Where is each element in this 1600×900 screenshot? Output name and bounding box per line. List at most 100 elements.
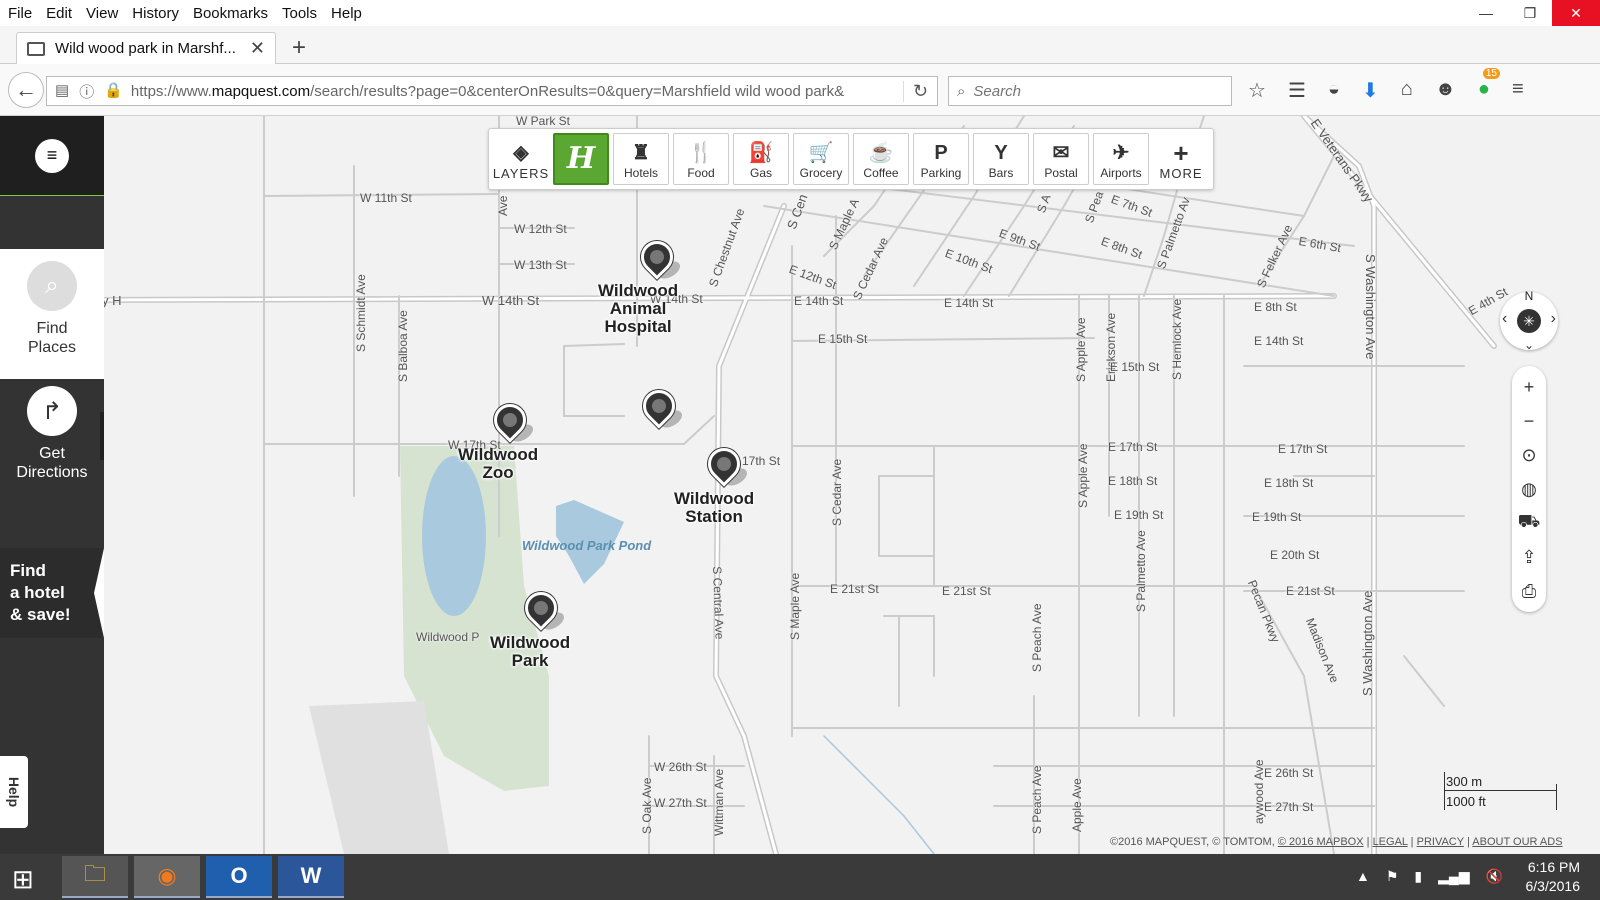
restore-button[interactable]: ❐: [1508, 0, 1552, 26]
holiday-inn-button[interactable]: H: [553, 133, 609, 185]
globe-icon[interactable]: ◍: [1512, 472, 1546, 506]
legal-link[interactable]: LEGAL: [1373, 836, 1408, 848]
help-button[interactable]: Help: [0, 756, 28, 828]
reload-icon[interactable]: ↻: [903, 80, 937, 102]
coffee-button[interactable]: ☕ Coffee: [853, 133, 909, 185]
find-places-label-2: Places: [27, 339, 77, 356]
menu-bookmarks[interactable]: Bookmarks: [193, 5, 268, 22]
hotel-promo[interactable]: Find a hotel & save!: [0, 548, 104, 638]
tab-close-icon[interactable]: ✕: [250, 38, 265, 59]
place-label-animal-hospital[interactable]: Wildwood Animal Hospital: [598, 282, 678, 336]
street-label: W 14th St: [482, 293, 540, 308]
bars-label: Bars: [988, 166, 1014, 180]
url-text[interactable]: https://www.mapquest.com/search/results?…: [131, 83, 903, 100]
get-directions-button[interactable]: ↱ Get Directions: [0, 382, 104, 492]
street-label: E 15th St: [1110, 360, 1160, 374]
postal-button[interactable]: ✉ Postal: [1033, 133, 1089, 185]
place-label-station[interactable]: Wildwood Station: [674, 490, 754, 526]
menu-icon[interactable]: ≡: [35, 138, 69, 173]
outlook-icon[interactable]: O: [206, 856, 272, 898]
scale-metric: 300 m: [1446, 774, 1483, 789]
map-pin-icon[interactable]: [487, 397, 536, 446]
street-label: y H: [104, 293, 122, 308]
zoom-in-button[interactable]: +: [1512, 370, 1546, 404]
word-icon[interactable]: W: [278, 856, 344, 898]
traffic-icon[interactable]: ⛟: [1512, 506, 1546, 540]
search-input[interactable]: [973, 82, 1214, 100]
more-button[interactable]: + MORE: [1153, 133, 1209, 185]
layers-button[interactable]: ◈ LAYERS: [493, 133, 549, 185]
map-canvas[interactable]: ◈ LAYERS H ♜ Hotels 🍴 Food ⛽ Gas 🛒 Groce…: [104, 116, 1600, 854]
street-label: S Cedar Ave: [830, 458, 844, 526]
menu-tools[interactable]: Tools: [282, 5, 317, 22]
place-label-park[interactable]: Wildwood Park: [490, 634, 570, 670]
firefox-icon[interactable]: ◉: [134, 856, 200, 898]
compass-control[interactable]: N ‹ ✳ › ⌄: [1500, 289, 1558, 352]
privacy-link[interactable]: PRIVACY: [1417, 836, 1464, 848]
ads-link[interactable]: ABOUT OUR ADS: [1472, 836, 1562, 848]
bookmark-star-icon[interactable]: ☆: [1248, 78, 1266, 103]
street-label: E 21st St: [830, 582, 879, 596]
signal-icon[interactable]: ▂▄▆: [1438, 868, 1469, 885]
zoom-out-button[interactable]: −: [1512, 404, 1546, 438]
smiley-icon[interactable]: ☻: [1435, 78, 1456, 103]
download-icon[interactable]: ⬇: [1362, 78, 1379, 103]
map-pin-icon[interactable]: [701, 441, 750, 490]
food-button[interactable]: 🍴 Food: [673, 133, 729, 185]
compass-icon[interactable]: ✳: [1517, 309, 1541, 333]
browser-tab[interactable]: Wild wood park in Marshf... ✕: [16, 32, 276, 64]
new-tab-button[interactable]: +: [292, 34, 306, 62]
print-icon[interactable]: ⎙: [1512, 574, 1546, 608]
grocery-label: Grocery: [799, 166, 843, 180]
street-label: S Peach Ave: [1030, 603, 1044, 673]
street-label: E 18th St: [1108, 474, 1158, 488]
pan-left-icon[interactable]: ‹: [1502, 310, 1507, 328]
share-icon[interactable]: ⇪: [1512, 540, 1546, 574]
menu-history[interactable]: History: [132, 5, 179, 22]
page-icon[interactable]: ▤: [55, 81, 69, 102]
street-label: E 20th St: [1270, 548, 1320, 562]
map-pin-icon[interactable]: [636, 383, 685, 432]
parking-button[interactable]: P Parking: [913, 133, 969, 185]
map-pin-icon[interactable]: [518, 585, 567, 634]
action-center-flag-icon[interactable]: ⚑: [1386, 868, 1399, 885]
lock-icon[interactable]: 🔒: [104, 81, 123, 102]
back-button[interactable]: ←: [8, 72, 44, 108]
search-box[interactable]: ⌕: [948, 76, 1232, 106]
grocery-button[interactable]: 🛒 Grocery: [793, 133, 849, 185]
place-label-zoo[interactable]: Wildwood Zoo: [458, 446, 538, 482]
menu-help[interactable]: Help: [331, 5, 362, 22]
pan-right-icon[interactable]: ›: [1551, 310, 1556, 328]
tray-expand-icon[interactable]: ▲: [1356, 868, 1370, 885]
airports-button[interactable]: ✈ Airports: [1093, 133, 1149, 185]
info-icon[interactable]: ⓘ: [79, 81, 94, 102]
hamburger-menu-icon[interactable]: ≡: [1512, 78, 1524, 103]
menu-view[interactable]: View: [86, 5, 118, 22]
home-icon[interactable]: ⌂: [1401, 78, 1413, 103]
hotels-button[interactable]: ♜ Hotels: [613, 133, 669, 185]
hotel-icon: ♜: [632, 142, 650, 164]
battery-icon[interactable]: ▮: [1414, 868, 1422, 885]
close-window-button[interactable]: ✕: [1552, 0, 1600, 26]
menu-edit[interactable]: Edit: [46, 5, 72, 22]
gas-button[interactable]: ⛽ Gas: [733, 133, 789, 185]
sidebar-menu: ≡: [0, 116, 104, 196]
map-pin-icon[interactable]: [634, 234, 683, 283]
find-places-button[interactable]: ⌕ Find Places: [0, 249, 104, 379]
file-explorer-icon[interactable]: 🗀: [62, 856, 128, 898]
menu-file[interactable]: File: [8, 5, 32, 22]
mapbox-link[interactable]: © 2016 MAPBOX: [1278, 836, 1364, 848]
pocket-icon[interactable]: ◒: [1328, 78, 1340, 103]
locate-icon[interactable]: ⊙: [1512, 438, 1546, 472]
extension-icon[interactable]: ● 15: [1478, 68, 1500, 103]
street-label: E 26th St: [1264, 766, 1314, 780]
reading-list-icon[interactable]: ☰: [1288, 78, 1306, 103]
clock[interactable]: 6:16 PM 6/3/2016: [1490, 858, 1581, 896]
pan-down-icon[interactable]: ⌄: [1524, 338, 1534, 352]
street-label: S Balboa Ave: [396, 310, 410, 382]
windows-start-icon[interactable]: ⊞: [12, 864, 34, 895]
minimize-button[interactable]: —: [1464, 0, 1508, 26]
url-bar[interactable]: ▤ ⓘ 🔒 https://www.mapquest.com/search/re…: [46, 76, 938, 106]
street-label: S Apple Ave: [1074, 317, 1088, 383]
bars-button[interactable]: Y Bars: [973, 133, 1029, 185]
